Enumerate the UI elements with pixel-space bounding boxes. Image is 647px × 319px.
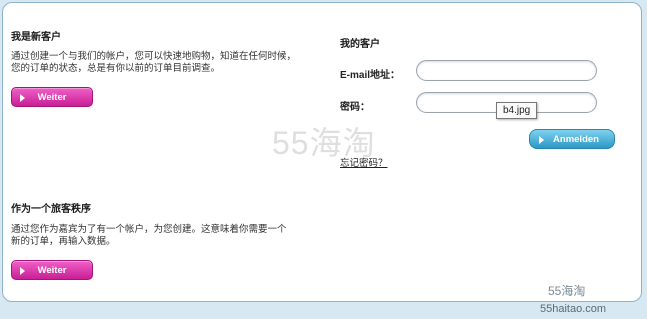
guest-order-heading: 作为一个旅客秩序 [11,204,91,215]
guest-continue-label: Weiter [37,264,67,276]
guest-continue-button[interactable]: Weiter [11,260,93,280]
my-account-heading: 我的客户 [340,39,380,50]
guest-order-text-line2: 新的订单，再输入数据。 [11,236,116,247]
guest-order-text-line1: 通过您作为嘉宾为了有一个帐户，为您创建。这意味着你需要一个 [11,224,287,235]
image-tooltip: b4.jpg [496,102,538,119]
watermark-small: 55海淘 [548,284,586,298]
new-customer-text-line2: 您的订单的状态，总是有你以前的订单目前调查。 [11,63,221,74]
watermark-url: 55haitao.com [540,303,607,315]
new-customer-text-line1: 通过创建一个与我们的帐户，您可以快速地购物，知道在任何时候， [11,51,297,62]
email-label: E-mail地址： [340,70,401,81]
watermark-logo: 55海淘 [272,125,376,161]
arrow-right-icon [539,136,544,144]
email-field[interactable] [416,60,597,81]
password-label: 密码： [340,102,370,113]
new-customer-heading: 我是新客户 [11,32,61,43]
guest-order-text: 通过您作为嘉宾为了有一个帐户，为您创建。这意味着你需要一个 新的订单，再输入数据… [11,224,287,248]
login-button[interactable]: Anmelden [529,129,615,149]
new-customer-text: 通过创建一个与我们的帐户，您可以快速地购物，知道在任何时候， 您的订单的状态，总… [11,51,296,75]
arrow-right-icon [20,267,25,275]
new-customer-continue-label: Weiter [37,91,67,103]
login-button-label: Anmelden [553,133,599,145]
arrow-right-icon [20,94,25,102]
new-customer-continue-button[interactable]: Weiter [11,87,93,107]
